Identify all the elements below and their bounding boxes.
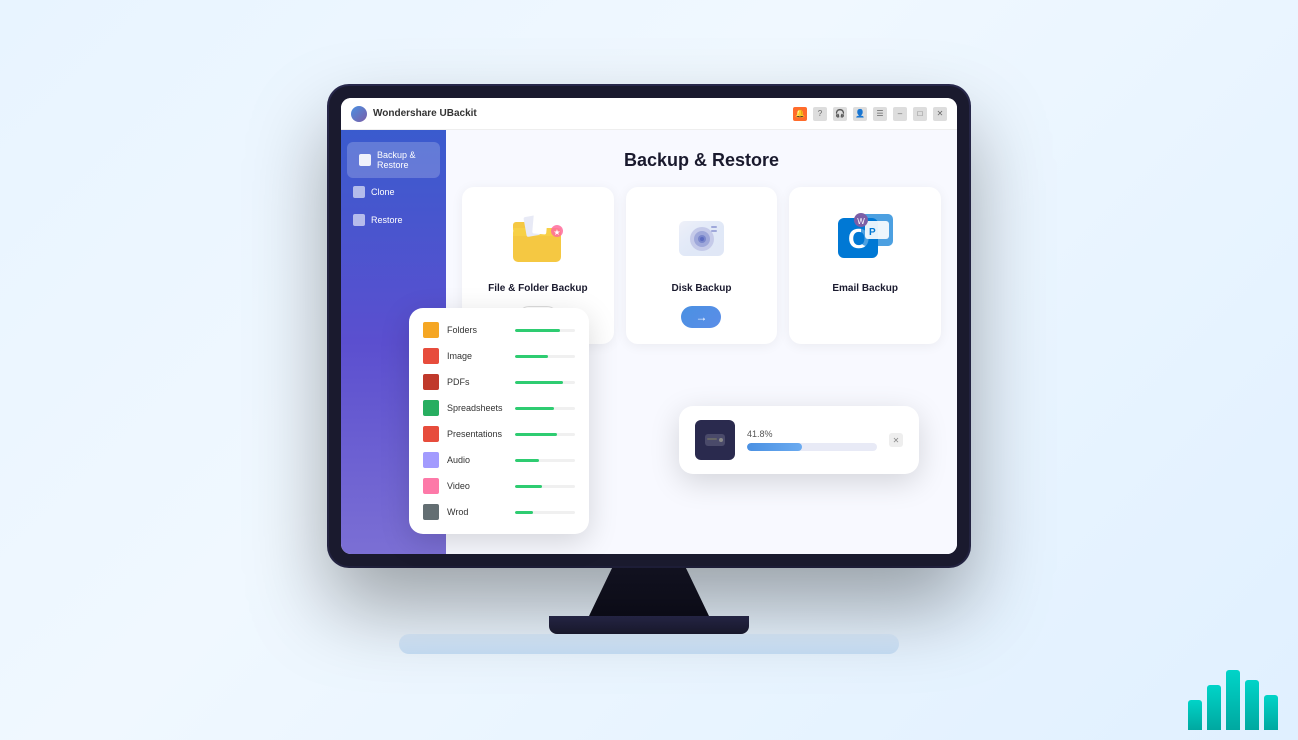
progress-bar-container (747, 443, 877, 451)
svg-text:P: P (869, 227, 876, 238)
email-icon: O P W (830, 203, 900, 273)
teal-bar (1226, 670, 1240, 730)
file-type-icon (423, 426, 439, 442)
minimize-button[interactable]: – (893, 107, 907, 121)
teal-bar (1207, 685, 1221, 730)
file-bar-container (515, 459, 575, 462)
file-name-label: Folders (447, 325, 507, 335)
headset-icon[interactable]: 🎧 (833, 107, 847, 121)
card-title-disk: Disk Backup (671, 283, 731, 294)
file-type-icon (423, 322, 439, 338)
file-type-icon (423, 374, 439, 390)
sidebar-label-restore: Restore (371, 215, 403, 225)
svg-text:★: ★ (554, 228, 561, 237)
progress-bar-fill (747, 443, 802, 451)
app-title: Wondershare UBackit (373, 108, 793, 119)
file-type-icon (423, 400, 439, 416)
file-bar-fill (515, 381, 563, 384)
card-title-email: Email Backup (832, 283, 898, 294)
file-name-label: Presentations (447, 429, 507, 439)
progress-info: 41.8% (747, 429, 877, 451)
file-bar-container (515, 407, 575, 410)
card-disk: Disk Backup → (626, 187, 778, 344)
backup-icon (359, 154, 371, 166)
file-name-label: Video (447, 481, 507, 491)
titlebar-controls: 🔔 ? 🎧 👤 ☰ – □ ✕ (793, 107, 947, 121)
sidebar-item-restore[interactable]: Restore (341, 206, 446, 234)
file-name-label: Image (447, 351, 507, 361)
file-list-item: Presentations (423, 426, 575, 442)
monitor-stand (589, 566, 709, 616)
disk-btn[interactable]: → (681, 306, 721, 328)
file-bar-fill (515, 407, 554, 410)
monitor-base (549, 616, 749, 634)
file-type-icon (423, 452, 439, 468)
sidebar-label-backup: Backup & Restore (377, 150, 428, 170)
file-name-label: Audio (447, 455, 507, 465)
disk-icon (666, 203, 736, 273)
file-bar-container (515, 433, 575, 436)
teal-bar (1188, 700, 1202, 730)
card-email: O P W (789, 187, 941, 344)
teal-bars-decoration (1188, 670, 1278, 730)
file-bar-container (515, 381, 575, 384)
help-icon[interactable]: ? (813, 107, 827, 121)
file-bar-fill (515, 433, 557, 436)
close-button[interactable]: ✕ (933, 107, 947, 121)
scene-wrapper: Folders Image PDFs Spreadsheets Presentation… (329, 86, 969, 654)
progress-close-btn[interactable]: ✕ (889, 433, 903, 447)
file-type-icon (423, 478, 439, 494)
sidebar-item-clone[interactable]: Clone (341, 178, 446, 206)
file-bar-container (515, 355, 575, 358)
file-folder-icon: ★ (503, 203, 573, 273)
file-bar-container (515, 329, 575, 332)
file-bar-fill (515, 329, 560, 332)
progress-percentage: 41.8% (747, 429, 877, 439)
file-bar-fill (515, 459, 539, 462)
teal-bar (1264, 695, 1278, 730)
file-list-item: Wrod (423, 504, 575, 520)
floating-file-list-panel: Folders Image PDFs Spreadsheets Presentation… (409, 308, 589, 534)
titlebar: Wondershare UBackit 🔔 ? 🎧 👤 ☰ – □ ✕ (341, 98, 957, 130)
file-list-item: Video (423, 478, 575, 494)
hdd-icon (695, 420, 735, 460)
file-name-label: PDFs (447, 377, 507, 387)
monitor-shelf (399, 634, 899, 654)
file-type-icon (423, 348, 439, 364)
file-type-icon (423, 504, 439, 520)
file-bar-fill (515, 355, 548, 358)
restore-icon (353, 214, 365, 226)
teal-bar (1245, 680, 1259, 730)
app-logo (351, 106, 367, 122)
sidebar-label-clone: Clone (371, 187, 395, 197)
svg-text:W: W (857, 217, 865, 226)
file-list-item: Folders (423, 322, 575, 338)
file-bar-container (515, 511, 575, 514)
file-name-label: Spreadsheets (447, 403, 507, 413)
page-title: Backup & Restore (462, 150, 941, 171)
notification-icon[interactable]: 🔔 (793, 107, 807, 121)
file-list-item: Spreadsheets (423, 400, 575, 416)
file-bar-fill (515, 511, 533, 514)
maximize-button[interactable]: □ (913, 107, 927, 121)
user-icon[interactable]: 👤 (853, 107, 867, 121)
card-title-file-folder: File & Folder Backup (488, 283, 587, 294)
clone-icon (353, 186, 365, 198)
file-list-item: Audio (423, 452, 575, 468)
floating-progress-panel: 41.8% ✕ (679, 406, 919, 474)
file-name-label: Wrod (447, 507, 507, 517)
file-bar-container (515, 485, 575, 488)
sidebar-item-backup-restore[interactable]: Backup & Restore (347, 142, 440, 178)
file-list-item: PDFs (423, 374, 575, 390)
menu-icon[interactable]: ☰ (873, 107, 887, 121)
file-bar-fill (515, 485, 542, 488)
file-list-item: Image (423, 348, 575, 364)
